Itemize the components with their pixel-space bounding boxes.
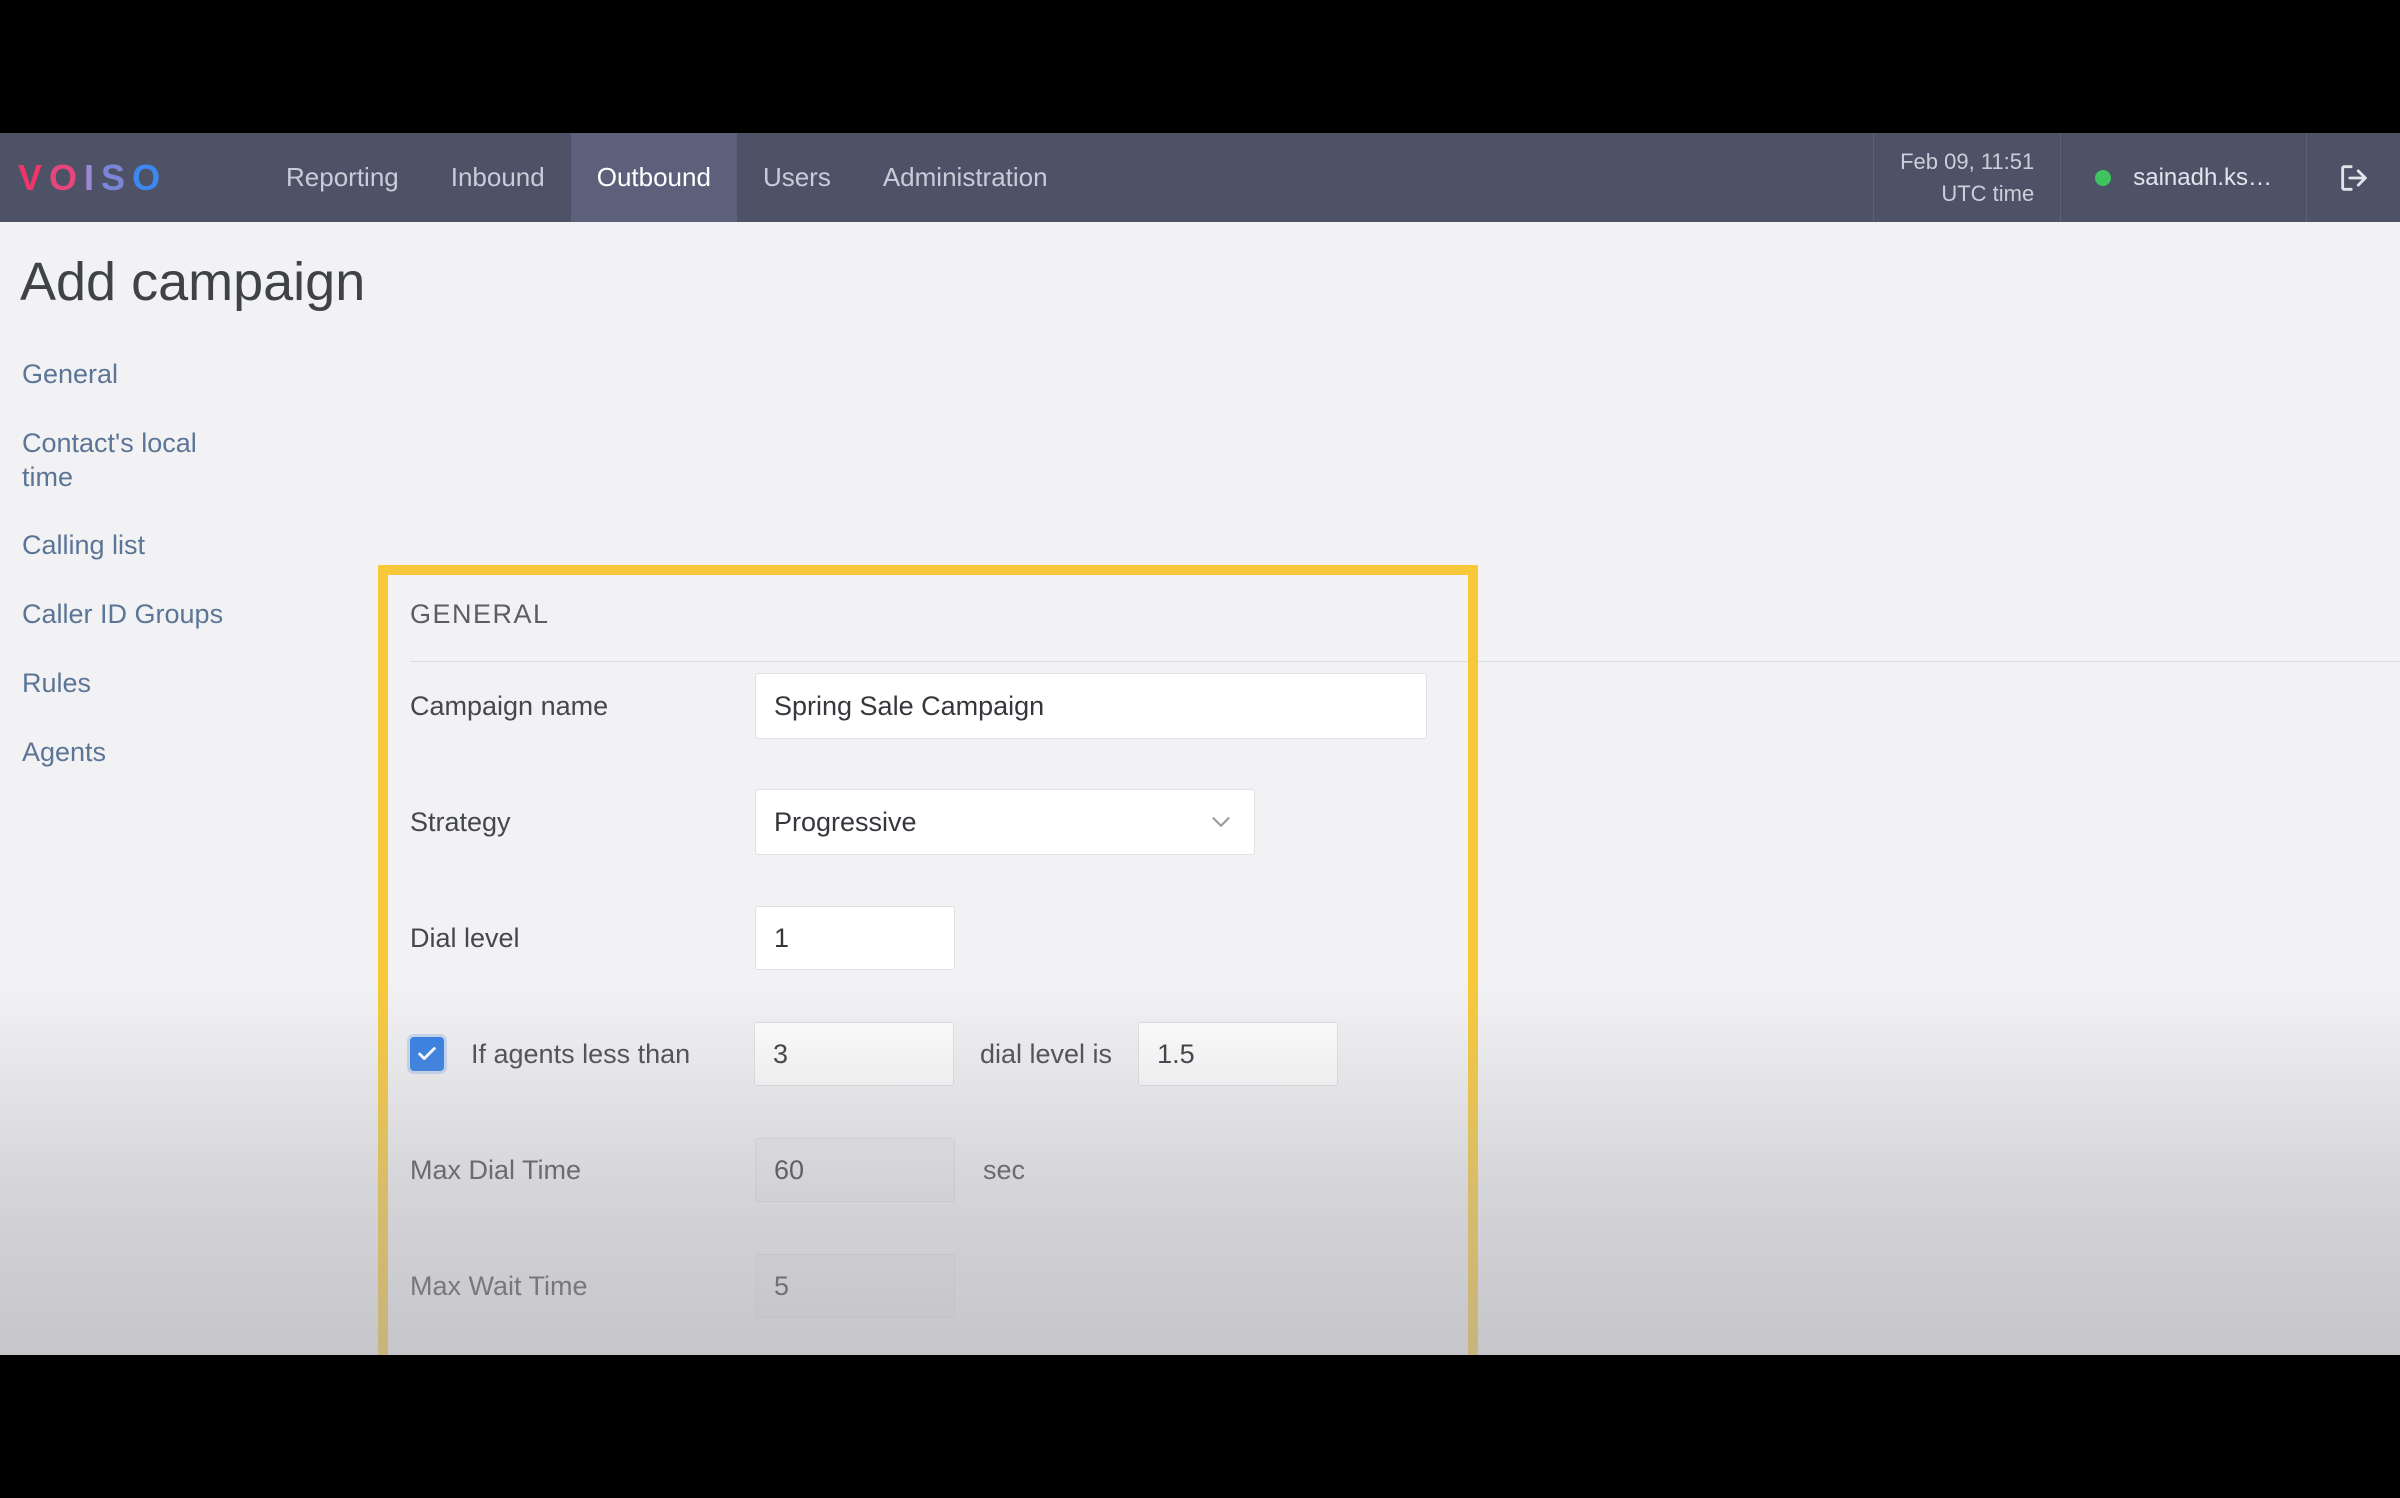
form-row-agents-rule: If agents less than 3 dial level is 1.5 bbox=[388, 996, 1468, 1112]
sidebar-item-calling-list[interactable]: Calling list bbox=[22, 529, 237, 563]
form-row-max-wait-time: Max Wait Time 5 bbox=[388, 1228, 1468, 1344]
logo-letter-i: I bbox=[84, 156, 102, 198]
max-dial-time-value: 60 bbox=[774, 1154, 805, 1185]
sidebar-item-contacts-local-time[interactable]: Contact's local time bbox=[22, 427, 237, 495]
header-right-group: Feb 09, 11:51 UTC time sainadh.ks… bbox=[1873, 133, 2400, 222]
page-title: Add campaign bbox=[20, 252, 366, 312]
conditional-dial-level-input[interactable]: 1.5 bbox=[1138, 1022, 1339, 1086]
campaign-name-value: Spring Sale Campaign bbox=[774, 690, 1045, 721]
max-wait-time-value: 5 bbox=[774, 1270, 790, 1301]
label-max-dial-time: Max Dial Time bbox=[410, 1154, 582, 1185]
application-viewport: V O I S O Reporting Inbound Outbound Use… bbox=[0, 133, 2400, 1355]
nav-label-users: Users bbox=[762, 162, 831, 192]
nav-label-administration: Administration bbox=[882, 162, 1048, 192]
strategy-value: Progressive bbox=[774, 806, 917, 837]
nav-item-outbound[interactable]: Outbound bbox=[570, 133, 737, 222]
label-if-agents-less-than: If agents less than bbox=[471, 1038, 691, 1069]
label-max-wait-time: Max Wait Time bbox=[410, 1270, 588, 1301]
agents-rule-checkbox[interactable] bbox=[410, 1037, 444, 1071]
settings-sidebar: General Contact's local time Calling lis… bbox=[22, 358, 322, 769]
agents-threshold-value: 3 bbox=[773, 1038, 789, 1069]
datetime-value: Feb 09, 11:51 bbox=[1900, 148, 2035, 174]
section-title-general: GENERAL bbox=[410, 599, 550, 629]
online-status-dot bbox=[2095, 169, 2112, 186]
checkmark-icon bbox=[418, 1047, 436, 1061]
logo-letter-v: V bbox=[18, 156, 50, 198]
username-label: sainadh.ks… bbox=[2133, 163, 2272, 191]
logo-letter-o2: O bbox=[132, 156, 168, 198]
top-navigation-bar: V O I S O Reporting Inbound Outbound Use… bbox=[0, 133, 2400, 222]
form-row-max-dial-attempts: Max Dial Attempts 3 bbox=[388, 1344, 1468, 1355]
label-strategy: Strategy bbox=[410, 806, 511, 837]
nav-label-inbound: Inbound bbox=[450, 162, 545, 192]
agents-threshold-input[interactable]: 3 bbox=[754, 1022, 954, 1086]
form-row-strategy: Strategy Progressive bbox=[388, 764, 1468, 880]
letterbox-top-bar bbox=[0, 0, 2400, 133]
nav-item-administration[interactable]: Administration bbox=[857, 133, 1074, 222]
form-row-max-dial-time: Max Dial Time 60 sec bbox=[388, 1112, 1468, 1228]
max-wait-time-input[interactable]: 5 bbox=[755, 1254, 955, 1318]
logout-icon bbox=[2340, 164, 2367, 191]
max-dial-time-input[interactable]: 60 bbox=[755, 1138, 955, 1202]
nav-label-outbound: Outbound bbox=[596, 162, 711, 192]
sidebar-item-agents[interactable]: Agents bbox=[22, 736, 237, 770]
label-dial-level-is: dial level is bbox=[980, 1038, 1113, 1069]
letterbox-bottom-bar bbox=[0, 1355, 2400, 1498]
campaign-name-input[interactable]: Spring Sale Campaign bbox=[755, 673, 1427, 739]
form-row-dial-level: Dial level 1 bbox=[388, 880, 1468, 996]
nav-item-users[interactable]: Users bbox=[737, 133, 857, 222]
logout-button[interactable] bbox=[2306, 133, 2400, 222]
sidebar-item-rules[interactable]: Rules bbox=[22, 667, 237, 701]
nav-item-reporting[interactable]: Reporting bbox=[260, 133, 425, 222]
user-menu[interactable]: sainadh.ks… bbox=[2060, 133, 2306, 222]
logo-letter-o1: O bbox=[49, 156, 85, 198]
sidebar-item-general[interactable]: General bbox=[22, 358, 237, 392]
strategy-select[interactable]: Progressive bbox=[755, 789, 1255, 855]
conditional-dial-level-value: 1.5 bbox=[1157, 1038, 1195, 1069]
main-nav: Reporting Inbound Outbound Users Adminis… bbox=[260, 133, 1074, 222]
timezone-label: UTC time bbox=[1941, 180, 2035, 206]
label-dial-level: Dial level bbox=[410, 922, 520, 953]
dial-level-value: 1 bbox=[774, 922, 790, 953]
nav-item-inbound[interactable]: Inbound bbox=[425, 133, 571, 222]
voiso-logo[interactable]: V O I S O bbox=[0, 133, 260, 222]
form-row-campaign-name: Campaign name Spring Sale Campaign bbox=[388, 648, 1468, 764]
sidebar-item-caller-id-groups[interactable]: Caller ID Groups bbox=[22, 598, 237, 632]
chevron-down-icon bbox=[1212, 817, 1230, 827]
datetime-display: Feb 09, 11:51 UTC time bbox=[1873, 133, 2060, 222]
dial-level-input[interactable]: 1 bbox=[755, 906, 955, 970]
general-settings-card: GENERAL Campaign name Spring Sale Campai… bbox=[388, 575, 1468, 1355]
nav-label-reporting: Reporting bbox=[286, 162, 399, 192]
logo-letter-s: S bbox=[101, 156, 133, 198]
label-campaign-name: Campaign name bbox=[410, 690, 609, 721]
unit-seconds: sec bbox=[983, 1154, 1026, 1185]
